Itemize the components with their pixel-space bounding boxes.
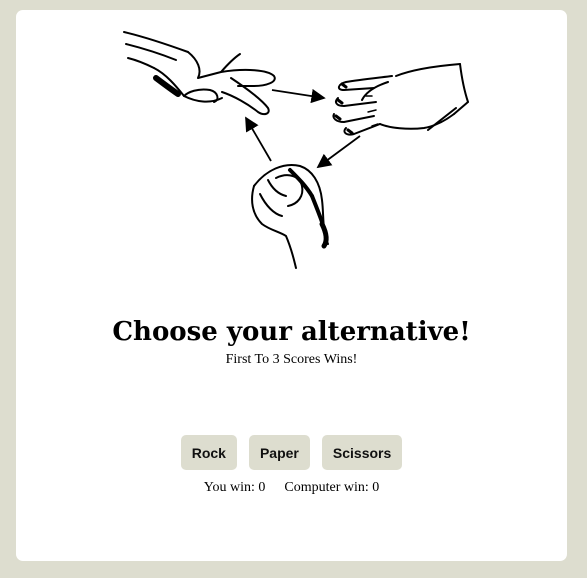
paper-button[interactable]: Paper — [248, 435, 310, 470]
scissors-button[interactable]: Scissors — [321, 435, 403, 470]
rock-button[interactable]: Rock — [180, 435, 237, 470]
computer-score-label: Computer win: — [284, 480, 369, 495]
game-card: Choose your alternative! First To 3 Scor… — [16, 10, 567, 561]
player-score-value: 0 — [258, 480, 266, 495]
page-title: Choose your alternative! — [112, 317, 471, 347]
game-rule-subtitle: First To 3 Scores Wins! — [225, 352, 358, 367]
rock-paper-scissors-illustration — [123, 31, 469, 269]
scoreboard: You win: 0 Computer win: 0 — [16, 480, 567, 496]
choice-buttons: Rock Paper Scissors — [16, 435, 567, 470]
cycle-arrow-icon — [245, 116, 272, 162]
computer-score-value: 0 — [372, 480, 380, 495]
cycle-arrow-icon — [271, 88, 326, 104]
player-score-label: You win: — [203, 480, 255, 495]
cycle-arrow-icon — [316, 135, 361, 169]
scissors-hand-icon — [123, 31, 276, 116]
paper-hand-icon — [332, 63, 469, 136]
rock-fist-icon — [251, 164, 329, 269]
